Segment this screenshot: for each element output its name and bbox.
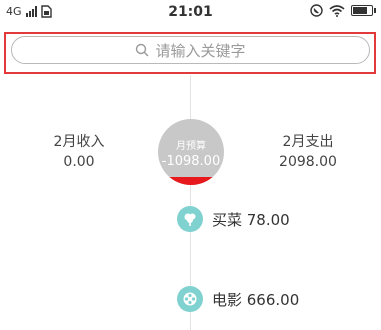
- list-item[interactable]: 电影 666.00: [177, 286, 299, 312]
- expense-summary: 2月支出 2098.00: [268, 131, 348, 170]
- income-label: 2月收入: [53, 134, 105, 150]
- search-icon: [136, 43, 149, 57]
- battery-icon: [351, 5, 376, 16]
- do-not-disturb-icon: [310, 4, 323, 17]
- budget-progress-bar: [158, 177, 224, 185]
- income-summary: 2月收入 0.00: [44, 131, 114, 170]
- list-item[interactable]: 买菜 78.00: [177, 206, 290, 232]
- search-input[interactable]: 请输入关键字: [11, 36, 370, 64]
- budget-button[interactable]: 月预算 -1098.00: [158, 119, 224, 185]
- entry-label: 电影 666.00: [212, 290, 300, 309]
- status-right: [310, 4, 376, 17]
- budget-label: 月预算: [176, 141, 206, 152]
- budget-value: -1098.00: [161, 154, 221, 169]
- income-value: 0.00: [63, 154, 95, 170]
- expense-label: 2月支出: [282, 134, 334, 150]
- vegetable-icon: [177, 206, 203, 232]
- search-placeholder: 请输入关键字: [155, 41, 246, 60]
- expense-value: 2098.00: [279, 154, 337, 170]
- film-reel-icon: [177, 286, 203, 312]
- wifi-icon: [329, 4, 345, 17]
- status-bar: 4G 21:01: [0, 0, 381, 25]
- entry-label: 买菜 78.00: [212, 210, 290, 229]
